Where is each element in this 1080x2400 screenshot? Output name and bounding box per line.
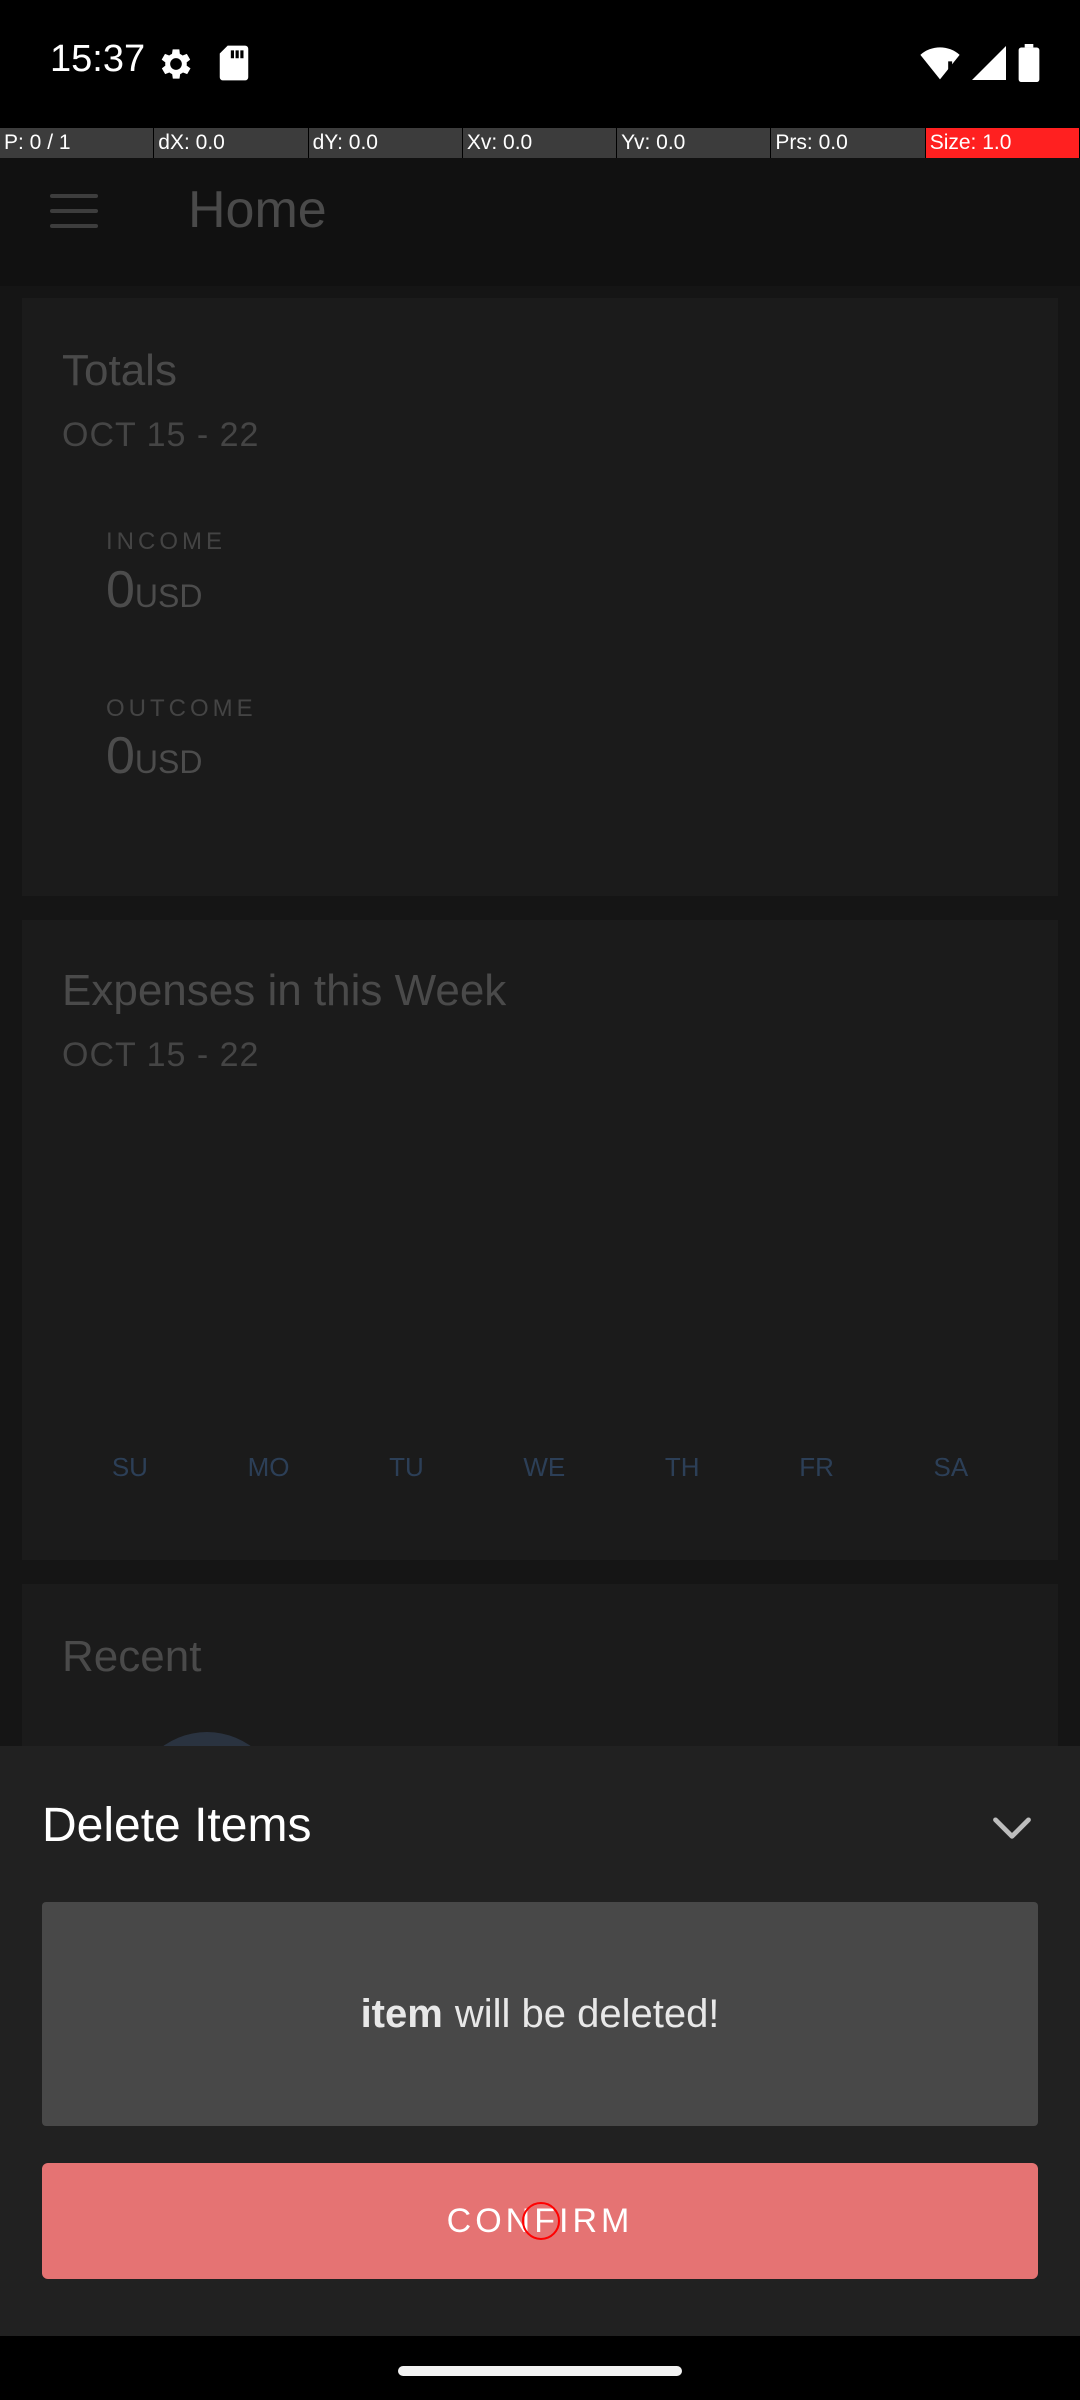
wifi-icon xyxy=(920,47,960,80)
home-gesture-handle[interactable] xyxy=(398,2366,682,2376)
weekday-axis: SU MO TU WE TH FR SA xyxy=(62,1452,1018,1483)
status-time: 15:37 xyxy=(50,38,146,80)
page-title: Home xyxy=(188,181,327,239)
touch-indicator xyxy=(522,2202,560,2240)
signal-icon xyxy=(972,46,1006,80)
pointer-debug-bar: P: 0 / 1 dX: 0.0 dY: 0.0 Xv: 0.0 Yv: 0.0… xyxy=(0,128,1080,158)
chevron-down-icon[interactable] xyxy=(990,1812,1034,1846)
debug-size: Size: 1.0 xyxy=(925,128,1080,158)
delete-message-text: will be deleted! xyxy=(454,1991,720,2036)
income-amount: 0USD xyxy=(106,560,202,620)
income-label: INCOME xyxy=(106,528,226,555)
totals-range: OCT 15 - 22 xyxy=(62,416,260,454)
totals-title: Totals xyxy=(62,346,177,395)
debug-yv: Yv: 0.0 xyxy=(617,128,772,158)
outcome-amount: 0USD xyxy=(106,726,202,786)
outcome-label: OUTCOME xyxy=(106,695,257,722)
status-bar: 15:37 xyxy=(0,0,1080,128)
income-currency: USD xyxy=(134,578,203,614)
recent-title: Recent xyxy=(62,1632,202,1681)
day-label-mo: MO xyxy=(247,1452,290,1482)
debug-dy: dY: 0.0 xyxy=(308,128,463,158)
outcome-value: 0 xyxy=(106,727,135,785)
delete-items-sheet: Delete Items item will be deleted! CONFIR… xyxy=(0,1746,1080,2336)
debug-dx: dX: 0.0 xyxy=(154,128,309,158)
outcome-currency: USD xyxy=(134,744,203,780)
expenses-title: Expenses in this Week xyxy=(62,966,507,1015)
income-value: 0 xyxy=(106,561,135,619)
recent-card: Recent xyxy=(22,1584,1058,1746)
delete-message-item: item xyxy=(360,1991,443,2036)
settings-gear-icon xyxy=(161,49,191,79)
app-background: Home Totals OCT 15 - 22 INCOME 0USD OUTC… xyxy=(0,158,1080,1746)
day-label-fr: FR xyxy=(799,1452,834,1482)
battery-icon xyxy=(1018,44,1040,82)
totals-card: Totals OCT 15 - 22 INCOME 0USD OUTCOME 0… xyxy=(22,298,1058,896)
sheet-title: Delete Items xyxy=(42,1799,312,1852)
app-toolbar: Home xyxy=(0,158,1080,286)
delete-message: item will be deleted! xyxy=(42,1902,1038,2126)
expenses-week-card: Expenses in this Week OCT 15 - 22 SU MO … xyxy=(22,920,1058,1560)
day-label-su: SU xyxy=(111,1452,148,1482)
day-label-sa: SA xyxy=(933,1452,969,1482)
debug-pointer: P: 0 / 1 xyxy=(0,128,155,158)
expenses-range: OCT 15 - 22 xyxy=(62,1036,260,1074)
debug-pressure: Prs: 0.0 xyxy=(771,128,926,158)
menu-icon[interactable] xyxy=(50,194,98,242)
day-label-th: TH xyxy=(664,1452,700,1482)
sd-card-icon xyxy=(219,45,249,81)
avatar xyxy=(132,1732,282,1746)
navigation-bar xyxy=(0,2336,1080,2400)
debug-xv: Xv: 0.0 xyxy=(462,128,618,158)
day-label-tu: TU xyxy=(389,1452,424,1482)
day-label-we: WE xyxy=(523,1452,566,1482)
